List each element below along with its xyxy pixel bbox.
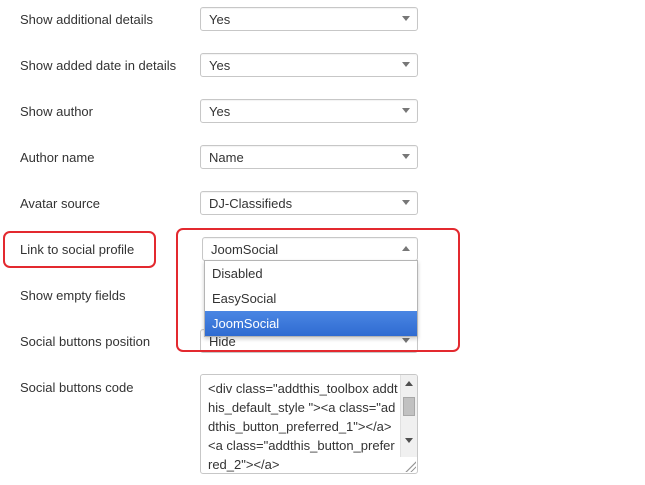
label-social-buttons-position: Social buttons position (20, 334, 151, 349)
scroll-up-arrow-icon[interactable] (405, 381, 413, 386)
select-show-added-date[interactable]: Yes (200, 53, 418, 77)
label-author-name: Author name (20, 150, 95, 165)
select-value: Yes (209, 104, 231, 119)
select-value: Yes (209, 12, 231, 27)
social-buttons-code-textarea[interactable]: <div class="addthis_toolbox addthis_defa… (200, 374, 418, 474)
label-show-added-date: Show added date in details (20, 58, 177, 73)
select-show-author[interactable]: Yes (200, 99, 418, 123)
label-social-buttons-code: Social buttons code (20, 380, 134, 395)
label-avatar-source: Avatar source (20, 196, 100, 211)
textarea-content: <div class="addthis_toolbox addthis_defa… (208, 381, 398, 472)
select-value: Name (209, 150, 244, 165)
chevron-down-icon (402, 16, 410, 21)
select-value: DJ-Classifieds (209, 196, 293, 211)
chevron-down-icon (402, 62, 410, 67)
label-show-additional-details: Show additional details (20, 12, 153, 27)
chevron-down-icon (402, 108, 410, 113)
label-link-to-social-profile: Link to social profile (20, 242, 135, 257)
chevron-down-icon (402, 200, 410, 205)
resize-grip-icon[interactable] (404, 460, 416, 472)
textarea-scrollbar[interactable] (400, 375, 417, 457)
select-value: Yes (209, 58, 231, 73)
dropdown-highlight-box (176, 228, 460, 352)
select-avatar-source[interactable]: DJ-Classifieds (200, 191, 418, 215)
chevron-down-icon (402, 154, 410, 159)
scroll-down-arrow-icon[interactable] (405, 438, 413, 443)
select-show-additional-details[interactable]: Yes (200, 7, 418, 31)
scrollbar-thumb[interactable] (403, 397, 415, 416)
label-show-empty-fields: Show empty fields (20, 288, 126, 303)
label-show-author: Show author (20, 104, 93, 119)
select-author-name[interactable]: Name (200, 145, 418, 169)
